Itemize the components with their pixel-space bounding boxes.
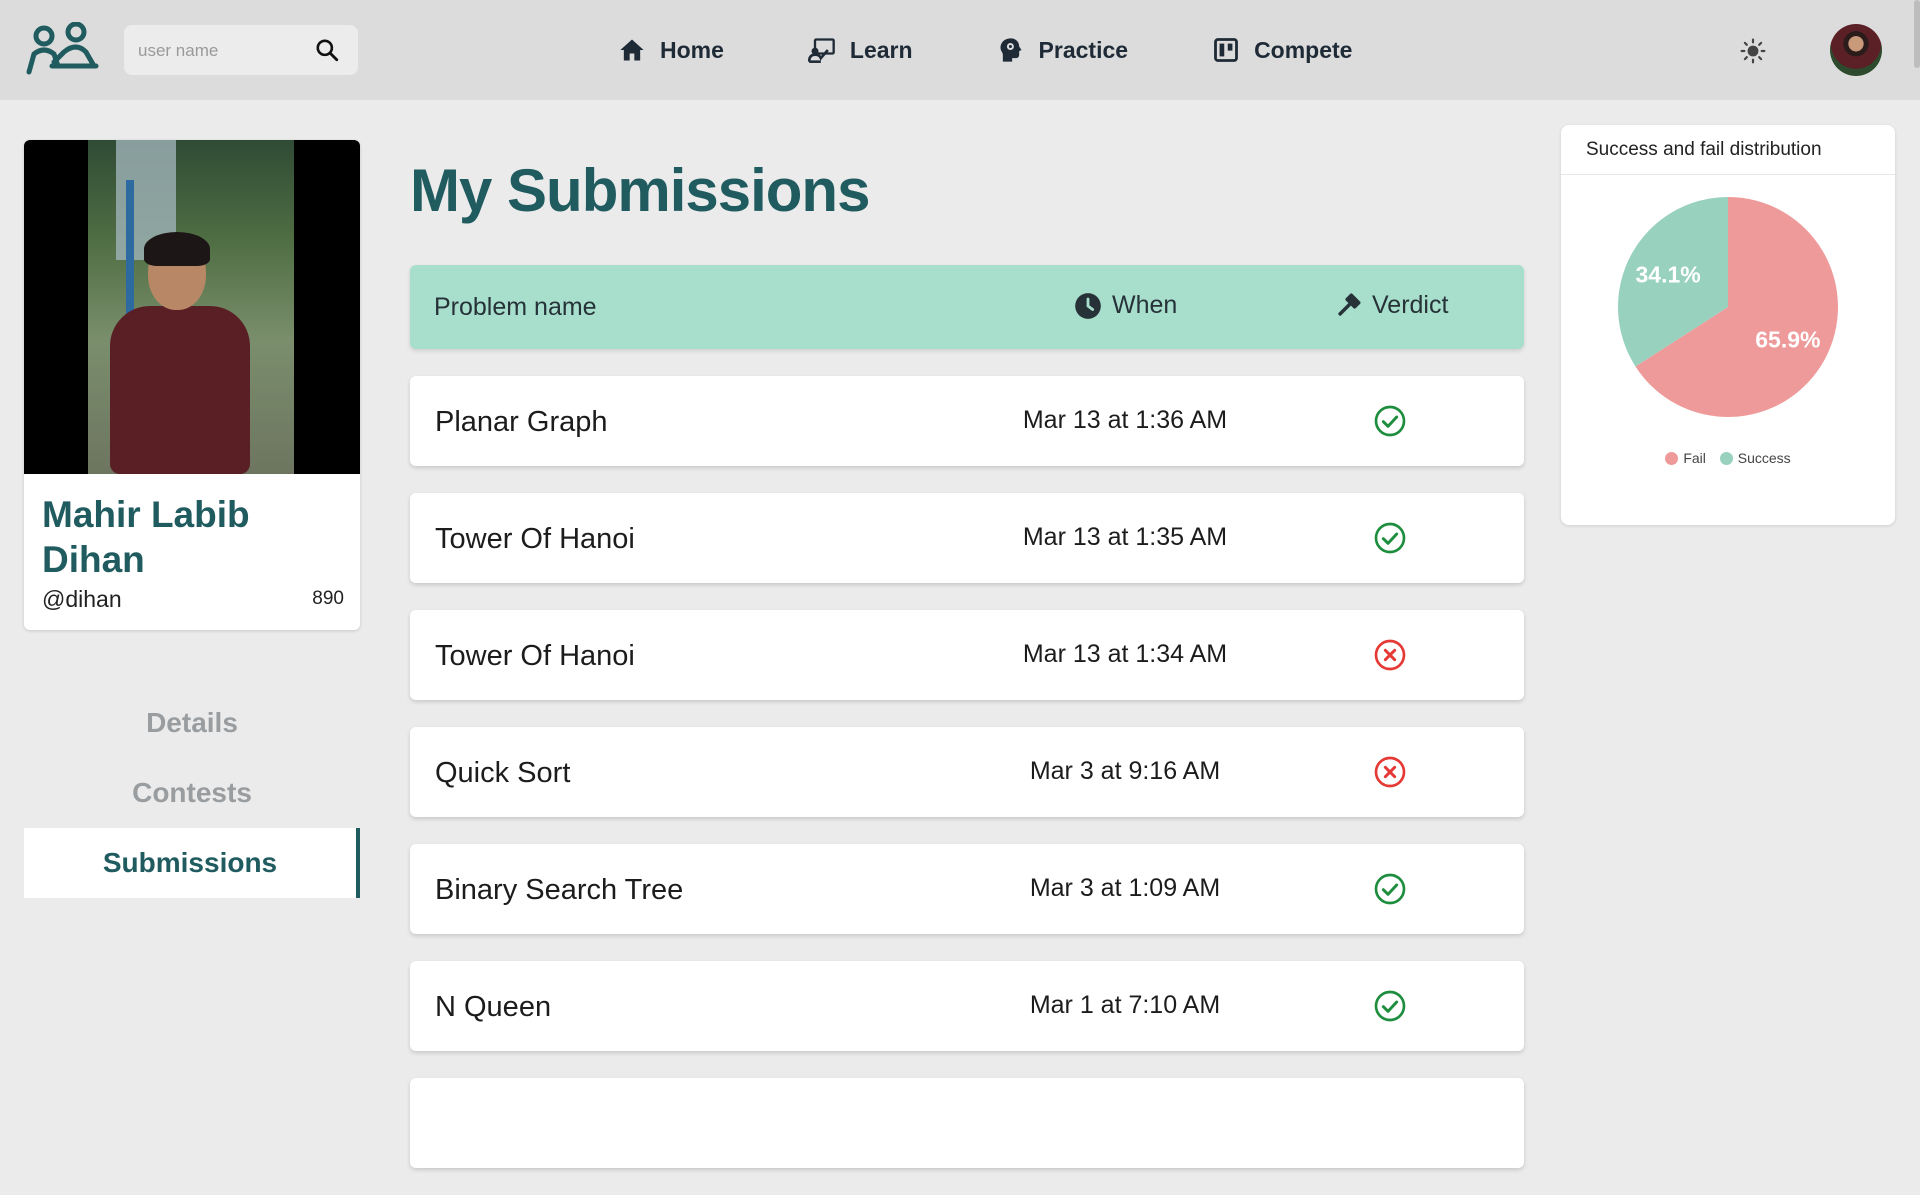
submission-time: Mar 13 at 1:36 AM bbox=[1022, 406, 1228, 434]
legend-swatch-fail bbox=[1665, 451, 1679, 465]
search-box bbox=[124, 25, 358, 75]
profile-name: Mahir Labib Dihan bbox=[42, 494, 250, 580]
pie-label-fail: 65.9% bbox=[1755, 327, 1820, 353]
nav-compete[interactable]: Compete bbox=[1212, 36, 1352, 64]
nav-practice-label: Practice bbox=[1038, 36, 1129, 63]
x-circle-icon bbox=[1374, 756, 1406, 788]
submissions-list: Planar Graph Mar 13 at 1:36 AM Tower Of … bbox=[410, 376, 1524, 1195]
submission-time: Mar 1 at 7:10 AM bbox=[1029, 991, 1221, 1019]
table-header: Problem name When Verdict bbox=[410, 265, 1524, 349]
logo-icon[interactable] bbox=[24, 22, 100, 78]
chart-card: Success and fail distribution 65.9% 34.1%… bbox=[1561, 125, 1895, 525]
table-row[interactable]: Binary Search Tree Mar 3 at 1:09 AM bbox=[410, 844, 1524, 934]
gavel-icon bbox=[1338, 293, 1361, 316]
check-circle-icon bbox=[1374, 873, 1406, 905]
sidenav-submissions[interactable]: Submissions bbox=[24, 828, 360, 898]
nav-learn-label: Learn bbox=[849, 36, 913, 63]
table-row[interactable]: Planar Graph Mar 13 at 1:36 AM bbox=[410, 376, 1524, 466]
table-row-partial[interactable] bbox=[410, 1078, 1524, 1168]
sidenav-contests[interactable]: Contests bbox=[24, 758, 360, 828]
column-when-label: When bbox=[1112, 291, 1178, 319]
profile-handle: @dihan bbox=[42, 586, 122, 612]
submission-time: Mar 13 at 1:34 AM bbox=[1022, 640, 1228, 668]
search-input[interactable] bbox=[136, 35, 310, 67]
profile-rating: 890 bbox=[312, 588, 344, 609]
table-row[interactable]: N Queen Mar 1 at 7:10 AM bbox=[410, 961, 1524, 1051]
pie-chart: 65.9% 34.1% bbox=[1618, 197, 1838, 417]
submission-time: Mar 3 at 9:16 AM bbox=[1029, 757, 1221, 785]
legend-label-fail: Fail bbox=[1683, 450, 1706, 466]
main-nav: Home Learn Practice Compete bbox=[618, 0, 1436, 100]
table-row[interactable]: Tower Of Hanoi Mar 13 at 1:35 AM bbox=[410, 493, 1524, 583]
nav-home[interactable]: Home bbox=[618, 36, 724, 64]
legend-swatch-success bbox=[1719, 451, 1733, 465]
page-title: My Submissions bbox=[410, 157, 870, 224]
sidenav-details[interactable]: Details bbox=[24, 688, 360, 758]
check-circle-icon bbox=[1374, 405, 1406, 437]
table-row[interactable]: Tower Of Hanoi Mar 13 at 1:34 AM bbox=[410, 610, 1524, 700]
search-icon[interactable] bbox=[314, 37, 340, 63]
home-icon bbox=[620, 39, 644, 61]
theme-toggle-sun-icon[interactable] bbox=[1740, 38, 1766, 64]
problem-name[interactable]: Binary Search Tree bbox=[435, 874, 683, 907]
x-circle-icon bbox=[1374, 639, 1406, 671]
nav-learn[interactable]: Learn bbox=[807, 36, 913, 64]
problem-name[interactable]: N Queen bbox=[435, 991, 551, 1024]
column-verdict: Verdict bbox=[1334, 291, 1448, 320]
column-when: When bbox=[1074, 291, 1177, 320]
chart-legend: Fail Success bbox=[1561, 450, 1895, 468]
chart-title: Success and fail distribution bbox=[1561, 125, 1895, 175]
nav-practice[interactable]: Practice bbox=[997, 36, 1129, 64]
problem-name[interactable]: Planar Graph bbox=[435, 406, 608, 439]
nav-compete-label: Compete bbox=[1254, 36, 1353, 63]
profile-sidenav: Details Contests Submissions bbox=[24, 688, 360, 898]
profile-photo bbox=[24, 140, 360, 474]
clock-icon bbox=[1075, 292, 1101, 319]
pie-label-success: 34.1% bbox=[1636, 261, 1701, 287]
legend-label-success: Success bbox=[1737, 450, 1791, 466]
problem-name[interactable]: Tower Of Hanoi bbox=[435, 640, 635, 673]
submission-time: Mar 13 at 1:35 AM bbox=[1022, 523, 1228, 551]
practice-icon bbox=[1000, 38, 1022, 62]
top-navbar: Home Learn Practice bbox=[0, 0, 1920, 100]
learn-icon bbox=[807, 38, 835, 63]
problem-name[interactable]: Quick Sort bbox=[435, 757, 570, 790]
check-circle-icon bbox=[1374, 990, 1406, 1022]
column-problem-name: Problem name bbox=[434, 293, 597, 321]
column-verdict-label: Verdict bbox=[1372, 291, 1449, 319]
compete-icon bbox=[1214, 38, 1238, 62]
check-circle-icon bbox=[1374, 522, 1406, 554]
legend-item-fail[interactable]: Fail bbox=[1665, 450, 1706, 466]
nav-home-label: Home bbox=[660, 36, 724, 63]
table-row[interactable]: Quick Sort Mar 3 at 9:16 AM bbox=[410, 727, 1524, 817]
problem-name[interactable]: Tower Of Hanoi bbox=[435, 523, 635, 556]
user-avatar[interactable] bbox=[1830, 24, 1882, 76]
scrollbar[interactable] bbox=[1914, 0, 1920, 68]
submission-time: Mar 3 at 1:09 AM bbox=[1029, 874, 1221, 902]
profile-card: Mahir Labib Dihan @dihan 890 bbox=[24, 140, 360, 630]
legend-item-success[interactable]: Success bbox=[1719, 450, 1791, 466]
